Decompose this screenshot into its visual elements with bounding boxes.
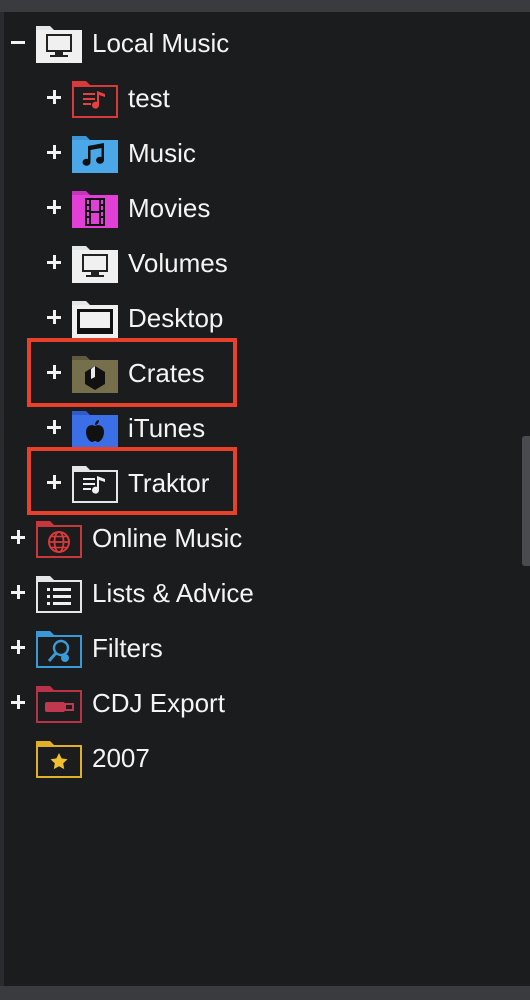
expand-toggle-icon[interactable]	[11, 530, 25, 544]
tree-item-label: Music	[128, 138, 196, 168]
film-folder-icon	[72, 191, 118, 228]
highlight-box-crates	[27, 338, 237, 407]
top-border	[0, 0, 530, 12]
expand-toggle-icon[interactable]	[47, 255, 61, 269]
side-panel-tab[interactable]	[522, 436, 530, 566]
tree-item-label: Volumes	[128, 248, 228, 278]
tree-item-label: test	[128, 83, 170, 113]
list-folder-icon	[36, 576, 82, 613]
tree-item-lists-advice[interactable]: Lists & Advice	[0, 565, 520, 620]
expand-toggle-icon[interactable]	[47, 145, 61, 159]
tree-item-label: Filters	[92, 633, 163, 663]
tree-item-label: CDJ Export	[92, 688, 225, 718]
expand-toggle-icon[interactable]	[47, 200, 61, 214]
tree-item-label: 2007	[92, 743, 150, 773]
highlight-box-traktor	[27, 447, 237, 515]
tree-item-label: Online Music	[92, 523, 243, 553]
tree-item-cdj-export[interactable]: CDJ Export	[0, 675, 520, 730]
globe-folder-icon	[36, 521, 82, 558]
tree-item-label: Desktop	[128, 303, 224, 333]
tree-item-movies[interactable]: Movies	[0, 180, 520, 235]
tree-item-label: iTunes	[128, 413, 206, 443]
tree-item-music[interactable]: Music	[0, 125, 520, 180]
expand-toggle-icon[interactable]	[47, 310, 61, 324]
expand-toggle-icon[interactable]	[11, 695, 25, 709]
tree-item-online-music[interactable]: Online Music	[0, 510, 520, 565]
tree-item-local-music[interactable]: Local Music	[0, 15, 520, 70]
collapse-toggle-icon[interactable]	[11, 35, 25, 49]
tree-item-filters[interactable]: Filters	[0, 620, 520, 675]
playlist-red-folder-icon	[72, 81, 118, 118]
tree-item-desktop[interactable]: Desktop	[0, 290, 520, 345]
computer-folder-icon	[36, 26, 82, 63]
desktop-folder-icon	[72, 301, 118, 338]
expand-toggle-icon[interactable]	[47, 90, 61, 104]
expand-toggle-icon[interactable]	[47, 420, 61, 434]
expand-toggle-icon[interactable]	[11, 585, 25, 599]
bottom-border	[0, 986, 530, 1000]
tree-item-volumes[interactable]: Volumes	[0, 235, 520, 290]
tree-item-label: Lists & Advice	[92, 578, 254, 608]
tree-item-test[interactable]: test	[0, 70, 520, 125]
tree-item-label: Local Music	[92, 28, 230, 58]
apple-folder-icon	[72, 411, 118, 448]
tree-item-2007[interactable]: 2007	[0, 730, 520, 785]
star-folder-icon	[36, 741, 82, 778]
monitor-folder-icon	[72, 246, 118, 283]
music-note-folder-icon	[72, 136, 118, 173]
expand-toggle-icon[interactable]	[11, 640, 25, 654]
filter-search-folder-icon	[36, 631, 82, 668]
usb-folder-icon	[36, 686, 82, 723]
tree-item-label: Movies	[128, 193, 211, 223]
